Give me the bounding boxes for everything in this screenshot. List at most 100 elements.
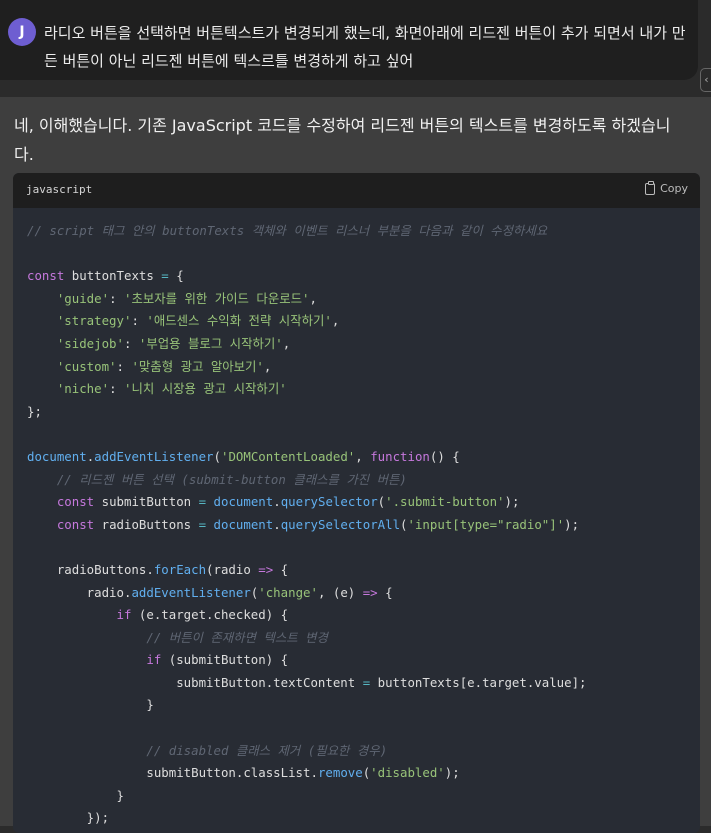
clipboard-icon [645, 180, 656, 195]
code-token: } [27, 787, 124, 803]
code-token: { [273, 561, 289, 577]
code-language-label: javascript [26, 183, 93, 196]
code-content[interactable]: // script 태그 안의 buttonTexts 객체와 이벤트 리스너 … [13, 208, 700, 830]
code-token: => [258, 561, 274, 577]
code-line: 'strategy': '애드센스 수익화 전략 시작하기', [27, 310, 700, 333]
code-line: const submitButton = document.querySelec… [27, 491, 700, 514]
code-token: 'disabled' [370, 765, 445, 781]
code-token: } [27, 697, 154, 713]
code-token: , (e) [317, 584, 363, 600]
code-token: // 리드젠 버튼 선택 (submit-button 클래스를 가진 버튼) [56, 471, 407, 487]
copy-button-label: Copy [660, 182, 688, 195]
code-token: 'strategy' [56, 313, 132, 329]
code-token: document [213, 516, 274, 532]
code-token: , [331, 313, 340, 329]
code-token: }); [27, 810, 110, 826]
code-line: 'guide': '초보자를 위한 가이드 다운로드', [27, 288, 700, 311]
code-token: submitButton.classList. [27, 765, 318, 781]
code-token: ); [444, 765, 460, 781]
code-token: submitButton.textContent [27, 674, 363, 690]
code-line: submitButton.classList.remove('disabled'… [27, 762, 700, 785]
code-token: radio. [27, 584, 132, 600]
code-token: buttonTexts [64, 268, 162, 284]
code-token: '니치 시장용 광고 시작하기' [123, 381, 287, 397]
code-token: radioButtons [94, 516, 199, 532]
code-token: = [161, 268, 169, 284]
code-token: querySelectorAll [280, 516, 401, 532]
code-token: // script 태그 안의 buttonTexts 객체와 이벤트 리스너 … [27, 223, 548, 238]
code-line: document.addEventListener('DOMContentLoa… [27, 446, 700, 469]
user-message: J 라디오 버튼을 선택하면 버튼텍스트가 변경되게 했는데, 화면아래에 리드… [0, 0, 698, 80]
expand-icon[interactable]: ‹ [700, 68, 711, 92]
code-token: remove [317, 765, 363, 781]
code-token: : [116, 358, 132, 374]
code-token: '맞춤형 광고 알아보기' [131, 358, 264, 374]
code-token: 'custom' [56, 358, 117, 374]
code-token: 'niche' [56, 381, 110, 397]
code-token: (radio [206, 561, 259, 577]
code-block: javascript Copy // script 태그 안의 buttonTe… [13, 173, 700, 833]
code-block-header: javascript Copy [13, 173, 700, 208]
code-line: radio.addEventListener('change', (e) => … [27, 582, 700, 605]
code-token: 'sidejob' [56, 335, 124, 351]
code-line: // disabled 클래스 제거 (필요한 경우) [27, 740, 700, 763]
code-token: addEventListener [131, 584, 251, 600]
code-token: '애드센스 수익화 전략 시작하기' [146, 313, 332, 329]
code-token: ); [504, 494, 520, 510]
code-token: => [362, 584, 378, 600]
code-token: = [198, 516, 207, 532]
code-line: } [27, 785, 700, 808]
code-token: . [273, 516, 281, 532]
code-token: { [377, 584, 393, 600]
copy-button[interactable]: Copy [645, 180, 688, 195]
code-line: 'custom': '맞춤형 광고 알아보기', [27, 356, 700, 379]
code-line: radioButtons.forEach(radio => { [27, 559, 700, 582]
code-token: 'input[type="radio"]' [407, 516, 565, 532]
assistant-message: 네, 이해했습니다. 기존 JavaScript 코드를 수정하여 리드젠 버튼… [0, 97, 711, 833]
code-line: // 버튼이 존재하면 텍스트 변경 [27, 627, 700, 650]
code-line: const buttonTexts = { [27, 265, 700, 288]
code-token: function [370, 448, 430, 464]
code-line: }; [27, 401, 700, 424]
code-token: '.submit-button' [385, 494, 505, 510]
code-token: const [27, 268, 65, 284]
code-token: buttonTexts[e.target.value]; [370, 674, 587, 690]
code-token: . [273, 494, 281, 510]
code-token: }; [27, 403, 42, 419]
code-token: ( [213, 448, 221, 464]
code-token: // disabled 클래스 제거 (필요한 경우) [146, 742, 388, 758]
code-token: , [355, 448, 371, 464]
code-line: const radioButtons = document.querySelec… [27, 514, 700, 537]
assistant-message-text: 네, 이해했습니다. 기존 JavaScript 코드를 수정하여 리드젠 버튼… [14, 116, 671, 164]
code-token: : [123, 335, 139, 351]
code-line: if (submitButton) { [27, 649, 700, 672]
code-line: // 리드젠 버튼 선택 (submit-button 클래스를 가진 버튼) [27, 469, 700, 492]
code-token: if [116, 607, 132, 623]
code-token: radioButtons. [27, 561, 154, 577]
code-token: { [168, 268, 184, 284]
code-token: : [109, 381, 124, 397]
code-line: } [27, 694, 700, 717]
code-token: : [131, 313, 147, 329]
code-token: () { [429, 448, 460, 464]
code-token: document [27, 448, 87, 464]
code-line: if (e.target.checked) { [27, 604, 700, 627]
code-token: addEventListener [94, 448, 214, 464]
user-message-text: 라디오 버튼을 선택하면 버튼텍스트가 변경되게 했는데, 화면아래에 리드젠 … [44, 24, 686, 70]
user-avatar: J [8, 18, 36, 46]
code-token: const [56, 494, 95, 510]
